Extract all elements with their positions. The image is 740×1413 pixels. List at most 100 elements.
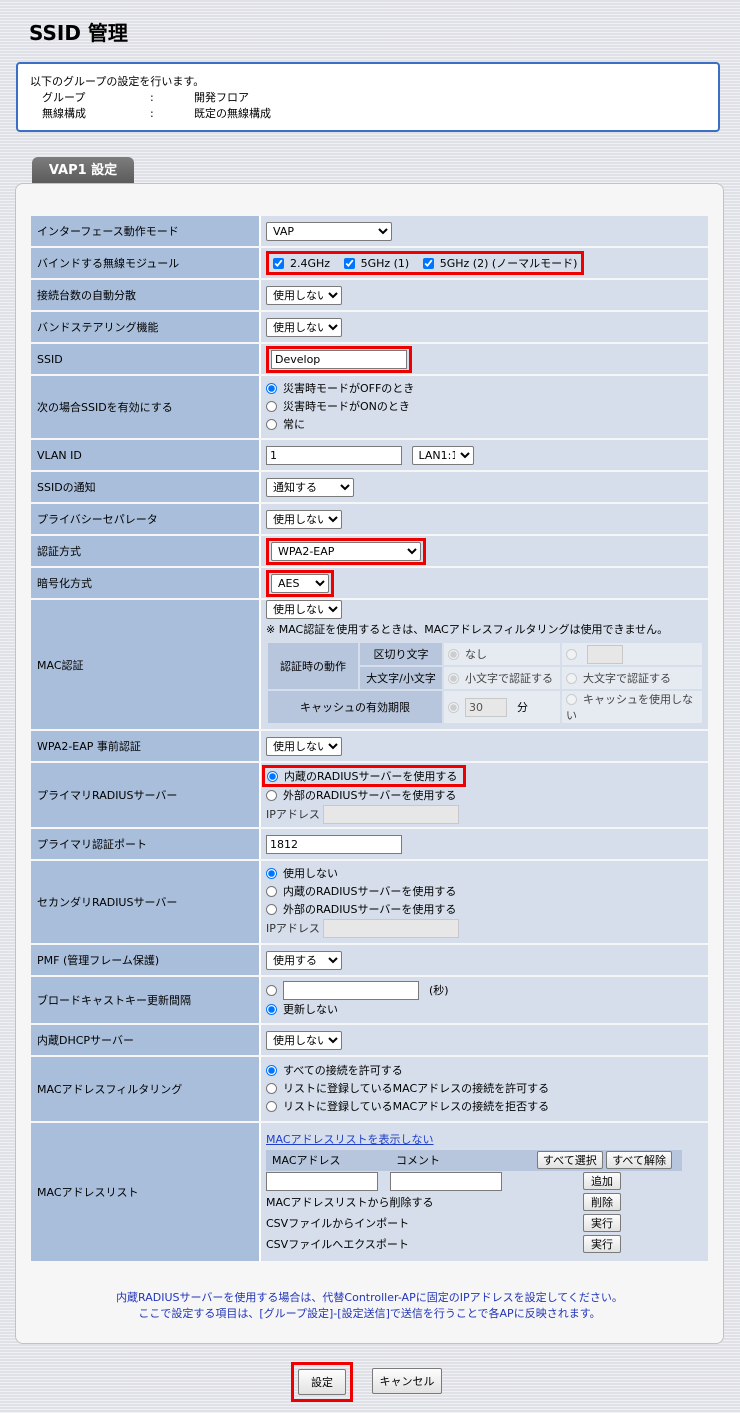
row-dhcp: 内蔵DHCPサーバー 使用しない bbox=[31, 1025, 708, 1055]
auth-method-select[interactable]: WPA2-EAP bbox=[271, 541, 421, 561]
delete-mac-button[interactable]: 削除 bbox=[583, 1193, 621, 1211]
module-24ghz-checkbox[interactable] bbox=[273, 258, 284, 269]
export-run-button[interactable]: 実行 bbox=[583, 1235, 621, 1253]
module-5ghz2-checkbox[interactable] bbox=[422, 258, 434, 269]
row-band-steering: バンドステアリング機能 使用しない bbox=[31, 312, 708, 342]
primary-ip-input[interactable] bbox=[323, 805, 460, 824]
primary-radius-option-internal[interactable]: 内蔵のRADIUSサーバーを使用する bbox=[267, 770, 457, 783]
enable-ssid-option-always[interactable]: 常に bbox=[266, 416, 708, 434]
label-primary-port: プライマリ認証ポート bbox=[31, 829, 261, 859]
ssid-broadcast-select[interactable]: 通知する bbox=[266, 477, 354, 497]
mac-filter-option-deny-list[interactable]: リストに登録しているMACアドレスの接続を拒否する bbox=[266, 1098, 708, 1116]
info-key: グループ bbox=[42, 91, 86, 104]
row-mac-auth: MAC認証 使用しない ※ MAC認証を使用するときは、MACアドレスフィルタリ… bbox=[31, 600, 708, 729]
comment-col-header: コメント bbox=[390, 1149, 514, 1171]
label-ssid-broadcast: SSIDの通知 bbox=[31, 472, 261, 502]
import-run-button[interactable]: 実行 bbox=[583, 1214, 621, 1232]
lowercase-radio[interactable] bbox=[448, 673, 459, 684]
ssid-input[interactable] bbox=[271, 349, 407, 369]
cache-header: キャッシュの有効期限 bbox=[268, 691, 442, 723]
mac-filter-option-allow-list[interactable]: リストに登録しているMACアドレスの接続を許可する bbox=[266, 1080, 708, 1098]
uppercase-radio[interactable] bbox=[566, 673, 577, 684]
label-auto-balance: 接続台数の自動分散 bbox=[31, 280, 261, 310]
enable-ssid-radio-on[interactable] bbox=[266, 401, 277, 412]
module-5ghz1-label: 5GHz (1) bbox=[360, 257, 410, 270]
module-5ghz1-checkbox[interactable] bbox=[343, 258, 355, 269]
enable-ssid-option-on[interactable]: 災害時モードがONのとき bbox=[266, 398, 708, 416]
secondary-radius-radio-internal[interactable] bbox=[266, 886, 277, 897]
vlan-port-select[interactable]: LAN1:1 bbox=[411, 445, 474, 465]
broadcast-key-no-update-radio[interactable] bbox=[266, 1004, 277, 1015]
mac-col-header: MACアドレス bbox=[266, 1149, 390, 1171]
enable-ssid-radio-always[interactable] bbox=[266, 419, 277, 430]
primary-radius-option-external[interactable]: 外部のRADIUSサーバーを使用する bbox=[266, 787, 708, 805]
deselect-all-button[interactable]: すべて解除 bbox=[606, 1151, 672, 1169]
label-vlan-id: VLAN ID bbox=[31, 440, 261, 470]
broadcast-key-interval-radio[interactable] bbox=[266, 985, 277, 996]
info-sep: : bbox=[150, 91, 154, 104]
dhcp-select[interactable]: 使用しない bbox=[266, 1030, 342, 1050]
footer-note: 内蔵RADIUSサーバーを使用する場合は、代替Controller-APに固定の… bbox=[31, 1290, 708, 1322]
label-mac-auth: MAC認証 bbox=[31, 600, 261, 729]
vlan-id-input[interactable] bbox=[266, 445, 402, 465]
secondary-radius-option-internal[interactable]: 内蔵のRADIUSサーバーを使用する bbox=[266, 883, 708, 901]
preauth-select[interactable]: 使用しない bbox=[266, 736, 342, 756]
label-broadcast-key: ブロードキャストキー更新間隔 bbox=[31, 977, 261, 1023]
select-all-button[interactable]: すべて選択 bbox=[536, 1151, 603, 1169]
new-mac-input[interactable] bbox=[266, 1171, 378, 1191]
row-privacy-separator: プライバシーセパレータ 使用しない bbox=[31, 504, 708, 534]
broadcast-key-interval-input[interactable] bbox=[283, 981, 419, 1000]
auto-balance-select[interactable]: 使用しない bbox=[266, 285, 342, 305]
privacy-separator-select[interactable]: 使用しない bbox=[266, 509, 342, 529]
row-enable-ssid: 次の場合SSIDを有効にする 災害時モードがOFFのとき 災害時モードがONのと… bbox=[31, 376, 708, 438]
settings-table: インターフェース動作モード VAP バインドする無線モジュール 2.4GHz 5… bbox=[31, 214, 708, 1263]
auth-action-header: 認証時の動作 bbox=[268, 643, 358, 689]
primary-radius-highlight: 内蔵のRADIUSサーバーを使用する bbox=[262, 765, 467, 787]
delimiter-custom-input[interactable] bbox=[587, 644, 623, 664]
label-bind-module: バインドする無線モジュール bbox=[31, 248, 261, 278]
pmf-select[interactable]: 使用する bbox=[266, 950, 342, 970]
secondary-ip-input[interactable] bbox=[323, 919, 460, 938]
secondary-radius-radio-none[interactable] bbox=[266, 868, 277, 879]
no-cache-radio[interactable] bbox=[566, 694, 577, 705]
export-label: CSVファイルへエクスポート bbox=[266, 1238, 409, 1251]
mac-list-toggle-link[interactable]: MACアドレスリストを表示しない bbox=[266, 1130, 708, 1150]
label-preauth: WPA2-EAP 事前認証 bbox=[31, 731, 261, 761]
mac-filter-option-allow-all[interactable]: すべての接続を許可する bbox=[266, 1062, 708, 1080]
submit-button[interactable]: 設定 bbox=[298, 1369, 346, 1395]
secondary-radius-option-none[interactable]: 使用しない bbox=[266, 865, 708, 883]
enable-ssid-option-off[interactable]: 災害時モードがOFFのとき bbox=[266, 380, 708, 398]
band-steering-select[interactable]: 使用しない bbox=[266, 317, 342, 337]
cache-unit: 分 bbox=[517, 700, 528, 714]
primary-ip-label: IPアドレス bbox=[266, 808, 320, 821]
secondary-radius-option-external[interactable]: 外部のRADIUSサーバーを使用する bbox=[266, 901, 708, 919]
new-comment-input[interactable] bbox=[390, 1171, 502, 1191]
mac-auth-note: ※ MAC認証を使用するときは、MACアドレスフィルタリングは使用できません。 bbox=[266, 623, 669, 636]
broadcast-key-no-update-option[interactable]: 更新しない bbox=[266, 1001, 708, 1019]
mac-filter-radio-allow-all[interactable] bbox=[266, 1065, 277, 1076]
interface-mode-select[interactable]: VAP bbox=[266, 221, 392, 241]
label-secondary-radius: セカンダリRADIUSサーバー bbox=[31, 861, 261, 943]
broadcast-key-unit: (秒) bbox=[429, 984, 449, 997]
row-mac-filter: MACアドレスフィルタリング すべての接続を許可する リストに登録しているMAC… bbox=[31, 1057, 708, 1121]
mac-filter-radio-deny-list[interactable] bbox=[266, 1101, 277, 1112]
enable-ssid-radio-off[interactable] bbox=[266, 383, 277, 394]
bind-module-highlight: 2.4GHz 5GHz (1) 5GHz (2) (ノーマルモード) bbox=[266, 251, 585, 275]
cancel-button[interactable]: キャンセル bbox=[372, 1368, 442, 1394]
mac-auth-detail-table: 認証時の動作 区切り文字 なし 大文字/小文字 小文字で認証する 大文字で認証す… bbox=[266, 641, 704, 725]
add-mac-button[interactable]: 追加 bbox=[583, 1172, 621, 1190]
mac-filter-radio-allow-list[interactable] bbox=[266, 1083, 277, 1094]
delete-label: MACアドレスリストから削除する bbox=[266, 1196, 434, 1209]
primary-radius-radio-internal[interactable] bbox=[267, 771, 278, 782]
cache-expire-radio[interactable] bbox=[448, 701, 459, 713]
delimiter-custom-radio[interactable] bbox=[566, 648, 577, 660]
secondary-radius-radio-external[interactable] bbox=[266, 904, 277, 915]
encryption-select[interactable]: AES bbox=[271, 573, 329, 593]
secondary-ip-label: IPアドレス bbox=[266, 922, 320, 935]
delimiter-none-radio[interactable] bbox=[448, 649, 459, 660]
label-auth-method: 認証方式 bbox=[31, 536, 261, 566]
mac-auth-select[interactable]: 使用しない bbox=[266, 600, 342, 619]
cache-expire-input[interactable] bbox=[465, 697, 507, 717]
primary-radius-radio-external[interactable] bbox=[266, 790, 277, 801]
primary-port-input[interactable] bbox=[266, 834, 402, 854]
